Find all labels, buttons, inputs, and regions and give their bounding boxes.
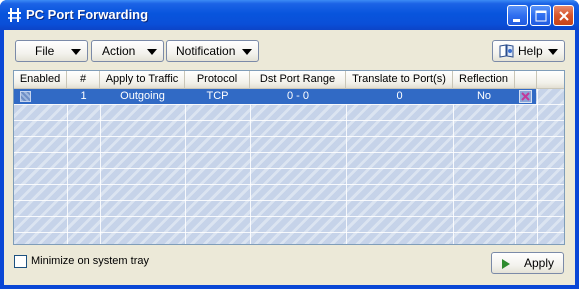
grid-line — [14, 200, 564, 201]
row-number-cell: 1 — [80, 90, 87, 102]
chevron-down-icon — [147, 49, 157, 55]
maximize-button[interactable] — [530, 5, 551, 26]
table-body: 1 Outgoing TCP 0 - 0 0 No — [14, 89, 564, 244]
column-header-dst-port-range[interactable]: Dst Port Range — [250, 71, 346, 89]
column-header-reflection[interactable]: Reflection — [453, 71, 515, 89]
grid-line — [14, 120, 564, 121]
column-header-translate-to-ports[interactable]: Translate to Port(s) — [346, 71, 453, 89]
grid-line — [250, 89, 251, 244]
chevron-down-icon — [242, 49, 252, 55]
grid-line — [14, 104, 564, 105]
translate-to-ports-cell[interactable]: 0 — [346, 89, 453, 104]
grid-line — [515, 89, 516, 244]
delete-row-cell[interactable] — [515, 89, 536, 104]
window-title: PC Port Forwarding — [26, 7, 149, 22]
table-row[interactable]: 1 Outgoing TCP 0 - 0 0 No — [14, 89, 536, 104]
minimize-button[interactable] — [507, 5, 528, 26]
protocol-cell[interactable]: TCP — [185, 89, 250, 104]
notification-menu-button[interactable]: Notification — [166, 40, 259, 62]
chevron-down-icon — [548, 49, 558, 55]
column-header-apply-to-traffic[interactable]: Apply to Traffic — [100, 71, 185, 89]
grid-line — [346, 89, 347, 244]
help-menu-button[interactable]: Help — [492, 40, 565, 62]
enabled-checkbox[interactable] — [20, 91, 31, 102]
close-icon — [559, 11, 569, 21]
column-header-enabled[interactable]: Enabled — [14, 71, 67, 89]
port-forwarding-table[interactable]: Enabled # Apply to Traffic Protocol Dst … — [13, 70, 565, 245]
grid-line — [185, 89, 186, 244]
help-book-icon — [499, 44, 515, 61]
grid-line — [453, 89, 454, 244]
table-header: Enabled # Apply to Traffic Protocol Dst … — [14, 71, 564, 89]
dst-port-range-cell[interactable]: 0 - 0 — [250, 89, 346, 104]
grid-line — [14, 184, 564, 185]
action-menu-label: Action — [102, 44, 136, 58]
play-arrow-icon — [502, 258, 511, 272]
minimize-tray-checkbox[interactable] — [14, 255, 27, 268]
close-button[interactable] — [553, 5, 574, 26]
maximize-icon — [535, 10, 547, 22]
column-header-protocol[interactable]: Protocol — [185, 71, 250, 89]
grid-line — [14, 168, 564, 169]
notification-menu-label: Notification — [176, 44, 236, 58]
app-window: PC Port Forwarding File Action Notificat… — [0, 0, 579, 289]
delete-icon[interactable] — [519, 90, 532, 108]
grid-line — [14, 232, 564, 233]
column-header-blank — [515, 71, 537, 89]
minimize-tray-label: Minimize on system tray — [31, 255, 149, 267]
column-header-number[interactable]: # — [67, 71, 100, 89]
apply-label: Apply — [524, 256, 555, 270]
app-icon — [7, 7, 23, 23]
file-menu-label: File — [35, 44, 55, 58]
file-menu-button[interactable]: File — [15, 40, 88, 62]
action-menu-button[interactable]: Action — [91, 40, 164, 62]
grid-line — [100, 89, 101, 244]
column-header-filler — [537, 71, 564, 89]
grid-line — [14, 216, 564, 217]
apply-button[interactable]: Apply — [491, 252, 564, 274]
grid-line — [537, 89, 538, 244]
chevron-down-icon — [71, 49, 81, 55]
reflection-cell[interactable]: No — [453, 89, 515, 104]
minimize-icon — [513, 19, 520, 22]
grid-line — [67, 89, 68, 244]
help-menu-label: Help — [518, 44, 543, 58]
enabled-cell[interactable] — [14, 89, 67, 104]
title-bar[interactable]: PC Port Forwarding — [0, 0, 579, 30]
apply-to-traffic-cell[interactable]: Outgoing — [100, 89, 185, 104]
grid-line — [14, 152, 564, 153]
client-area: File Action Notification Help Enabled # … — [4, 30, 575, 285]
grid-line — [14, 136, 564, 137]
